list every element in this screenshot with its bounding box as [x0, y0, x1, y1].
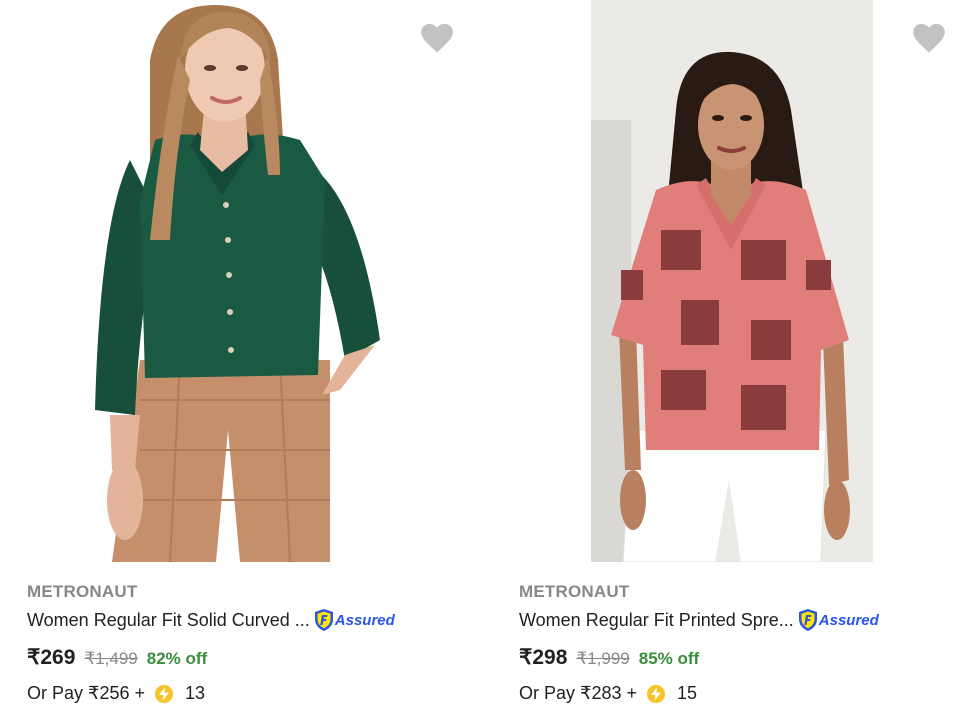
discount-label: 85% off: [638, 649, 700, 668]
assured-label: Assured: [334, 611, 395, 629]
assured-shield-icon: [314, 609, 333, 631]
selling-price: ₹298: [519, 646, 568, 669]
supercoin-count: 13: [185, 683, 206, 703]
supercoin-pay-row: Or Pay ₹283 + 15: [519, 683, 697, 704]
product-brand: METRONAUT: [27, 582, 138, 601]
product-title-row[interactable]: Women Regular Fit Printed Spre... Assure…: [519, 608, 879, 632]
product-card[interactable]: METRONAUT Women Regular Fit Solid Curved…: [0, 0, 460, 715]
discount-label: 82% off: [146, 649, 208, 668]
assured-shield-icon: [798, 609, 817, 631]
supercoin-icon: [155, 684, 174, 703]
product-title[interactable]: Women Regular Fit Solid Curved ...: [27, 610, 310, 631]
product-card[interactable]: METRONAUT Women Regular Fit Printed Spre…: [492, 0, 952, 715]
product-title[interactable]: Women Regular Fit Printed Spre...: [519, 610, 794, 631]
original-price: ₹1,499: [84, 649, 138, 668]
product-photo-pink-shirt: [591, 0, 873, 562]
assured-badge: Assured: [314, 608, 395, 632]
product-image[interactable]: [0, 0, 460, 562]
price-row: ₹298 ₹1,999 85% off: [519, 645, 699, 670]
wishlist-heart-icon[interactable]: [417, 18, 457, 58]
supercoin-pay-row: Or Pay ₹256 + 13: [27, 683, 205, 704]
product-photo-green-shirt: [95, 5, 380, 562]
assured-label: Assured: [818, 611, 879, 629]
supercoin-icon: [647, 684, 666, 703]
pay-with-coins-text: Or Pay ₹283 +: [519, 683, 638, 703]
original-price: ₹1,999: [576, 649, 630, 668]
price-row: ₹269 ₹1,499 82% off: [27, 645, 207, 670]
supercoin-count: 15: [677, 683, 698, 703]
product-image[interactable]: [591, 0, 873, 562]
selling-price: ₹269: [27, 646, 76, 669]
product-brand: METRONAUT: [519, 582, 630, 601]
assured-badge: Assured: [798, 608, 879, 632]
product-title-row[interactable]: Women Regular Fit Solid Curved ... Assur…: [27, 608, 395, 632]
wishlist-heart-icon[interactable]: [909, 18, 949, 58]
pay-with-coins-text: Or Pay ₹256 +: [27, 683, 146, 703]
